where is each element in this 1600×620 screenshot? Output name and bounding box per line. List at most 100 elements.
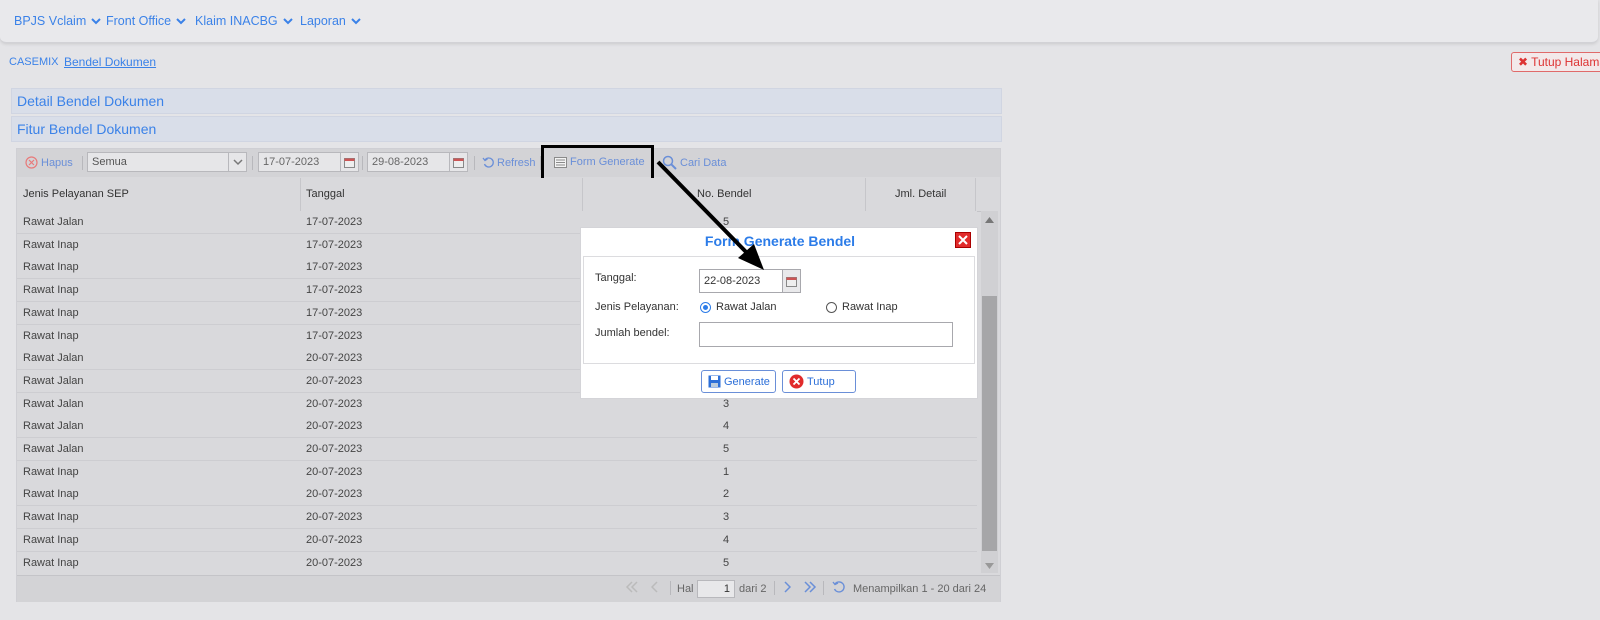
scroll-down-icon[interactable] [985,561,994,573]
menu-laporan[interactable]: Laporan [300,14,361,28]
cell-jenis-pelayanan: Rawat Jalan [23,374,84,387]
refresh-button[interactable]: Refresh [482,156,536,169]
cell-tanggal: 17-07-2023 [306,238,363,251]
cell-jenis-pelayanan: Rawat Inap [23,511,79,524]
panel-detail-bendel[interactable]: Detail Bendel Dokumen [11,88,1002,114]
toolbar-separator [252,156,253,170]
column-header-no-bendel[interactable]: No. Bendel [697,178,751,211]
pager-summary: Menampilkan 1 - 20 dari 24 [853,583,987,595]
table-row[interactable]: Rawat Inap 20-07-2023 3 [17,506,977,530]
service-filter-select[interactable]: Semua [87,152,247,172]
date-to-value: 29-08-2023 [372,156,429,168]
cell-jenis-pelayanan: Rawat Inap [23,284,79,297]
toolbar-separator [474,156,475,170]
page-number-input[interactable]: 1 [697,580,735,598]
jumlah-bendel-label: Jumlah bendel: [595,327,670,339]
panel-title: Detail Bendel Dokumen [17,93,165,109]
radio-rawat-jalan[interactable] [700,302,711,313]
date-to-field[interactable]: 29-08-2023 [367,152,468,172]
cell-tanggal: 17-07-2023 [306,216,363,228]
chevron-down-icon [91,16,101,26]
delete-button[interactable]: Hapus [25,156,73,169]
refresh-icon [482,156,495,169]
column-header-tanggal[interactable]: Tanggal [306,178,345,211]
cell-tanggal: 20-07-2023 [306,374,363,387]
breadcrumb-current[interactable]: Bendel Dokumen [64,55,156,69]
close-circle-icon [789,374,804,389]
chevron-down-icon[interactable] [228,153,246,171]
scrollbar-thumb[interactable] [982,296,997,551]
chevron-down-icon [176,16,186,26]
highlight-box [541,145,654,182]
cell-no-bendel: 5 [723,443,730,455]
breadcrumb-root: CASEMIX [9,56,59,68]
dialog-close-icon[interactable] [955,232,971,248]
pager-separator [774,581,775,595]
column-header-jml-detail[interactable]: Jml. Detail [895,178,946,211]
vertical-scrollbar[interactable] [981,211,998,573]
table-row[interactable]: Rawat Jalan 20-07-2023 4 [17,415,977,439]
tanggal-field[interactable]: 22-08-2023 [699,269,801,293]
calendar-icon[interactable] [782,270,800,292]
panel-title: Fitur Bendel Dokumen [17,121,157,137]
panel-fitur-bendel[interactable]: Fitur Bendel Dokumen [11,116,1002,142]
column-header-jenis[interactable]: Jenis Pelayanan SEP [23,178,129,211]
cell-tanggal: 20-07-2023 [306,511,363,524]
radio-rawat-inap[interactable] [826,302,837,313]
last-page-icon[interactable] [803,581,817,596]
next-page-icon[interactable] [783,581,792,596]
menu-klaim-inacbg[interactable]: Klaim INACBG [195,14,293,28]
first-page-icon[interactable] [625,581,639,596]
cell-jenis-pelayanan: Rawat Inap [23,488,79,501]
cell-tanggal: 20-07-2023 [306,556,363,569]
menu-label: Laporan [300,14,346,28]
cell-tanggal: 20-07-2023 [306,488,363,501]
chevron-down-icon [351,16,361,26]
prev-page-icon[interactable] [650,581,659,596]
close-page-button[interactable]: ✖ Tutup Halaman [1511,52,1600,72]
cell-no-bendel: 4 [723,533,730,546]
date-from-field[interactable]: 17-07-2023 [258,152,359,172]
scroll-up-icon[interactable] [985,214,994,226]
cell-tanggal: 17-07-2023 [306,306,363,319]
date-from-value: 17-07-2023 [263,156,320,168]
cell-no-bendel: 3 [723,511,730,524]
menu-label: BPJS Vclaim [14,14,87,28]
table-row[interactable]: Rawat Inap 20-07-2023 1 [17,460,977,484]
table-row[interactable]: Rawat Inap 20-07-2023 2 [17,483,977,507]
calendar-icon[interactable] [449,153,467,171]
menu-label: Front Office [106,14,172,28]
pager-separator [823,581,824,595]
cell-jenis-pelayanan: Rawat Inap [23,306,79,319]
dialog-title: Form Generate Bendel [704,233,856,249]
jumlah-bendel-input[interactable] [699,322,953,347]
cell-no-bendel: 5 [723,556,730,569]
search-label: Cari Data [680,156,727,169]
tutup-label: Tutup [807,375,835,388]
reload-icon[interactable] [832,580,846,597]
table-row[interactable]: Rawat Inap 20-07-2023 5 [17,551,977,573]
cell-jenis-pelayanan: Rawat Jalan [23,397,84,410]
column-divider [865,178,866,211]
save-icon [708,375,721,388]
cell-jenis-pelayanan: Rawat Inap [23,261,79,274]
cell-no-bendel: 1 [723,465,730,478]
refresh-label: Refresh [497,156,536,169]
table-row[interactable]: Rawat Jalan 20-07-2023 5 [17,438,977,461]
cell-tanggal: 17-07-2023 [306,329,363,342]
service-filter-value: Semua [92,156,127,168]
generate-label: Generate [724,375,770,388]
close-icon: ✖ [1518,55,1529,69]
search-button[interactable]: Cari Data [662,155,726,170]
column-divider [300,178,301,211]
menu-front-office[interactable]: Front Office [106,14,186,28]
table-row[interactable]: Rawat Inap 20-07-2023 4 [17,528,977,552]
close-page-label: Tutup Halaman [1531,55,1600,69]
tutup-button[interactable]: Tutup [782,370,856,393]
calendar-icon[interactable] [340,153,358,171]
cell-jenis-pelayanan: Rawat Jalan [23,443,84,455]
grid-header: Jenis Pelayanan SEP Tanggal No. Bendel J… [17,178,983,212]
column-divider [582,178,583,211]
menu-bpjs-vclaim[interactable]: BPJS Vclaim [14,14,101,28]
generate-button[interactable]: Generate [701,370,776,393]
